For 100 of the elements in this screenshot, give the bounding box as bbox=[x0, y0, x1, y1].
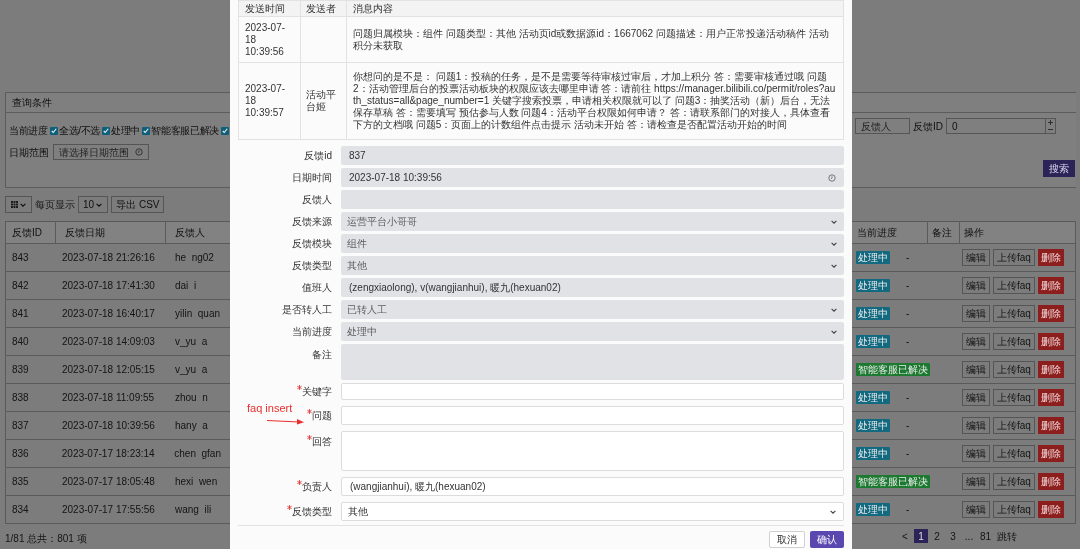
table-cell-text: 843 bbox=[11, 251, 30, 265]
input-field[interactable] bbox=[341, 406, 844, 425]
action-button[interactable]: 上传faq bbox=[993, 305, 1035, 322]
remark-cell-text: - bbox=[906, 251, 910, 265]
field-label: 当前进度 bbox=[292, 325, 332, 339]
table-cell-text: 2023-07-17 18:05:48 bbox=[61, 475, 156, 489]
page-button[interactable]: ... bbox=[962, 529, 976, 543]
action-button[interactable]: 上传faq bbox=[993, 417, 1035, 434]
table-cell-text: he ng02 bbox=[174, 251, 215, 265]
message-sender: 活动平台姬 bbox=[306, 89, 337, 113]
column-toggle-button[interactable] bbox=[5, 196, 32, 213]
action-button[interactable]: 上传faq bbox=[993, 277, 1035, 294]
table-cell-text: 842 bbox=[11, 279, 30, 293]
delete-button[interactable]: 删除 bbox=[1037, 501, 1064, 518]
table-cell-text: 2023-07-18 14:09:03 bbox=[61, 335, 156, 349]
checkbox-label[interactable]: 处理中 bbox=[111, 123, 141, 138]
action-button[interactable]: 上传faq bbox=[993, 333, 1035, 350]
required-asterisk-icon bbox=[297, 480, 302, 485]
confirm-button[interactable]: 确认 bbox=[810, 531, 844, 548]
search-button[interactable]: 搜索 bbox=[1043, 160, 1075, 177]
delete-button[interactable]: 删除 bbox=[1037, 277, 1064, 294]
field-label: 反馈类型 bbox=[292, 505, 332, 519]
checkbox[interactable] bbox=[221, 126, 230, 135]
page-button[interactable]: 2 bbox=[930, 529, 944, 543]
action-button[interactable]: 上传faq bbox=[993, 501, 1035, 518]
panel-title: 查询条件 bbox=[12, 96, 52, 110]
export-csv-button[interactable]: 导出 CSV bbox=[111, 196, 165, 213]
table-cell-text: v_yu a bbox=[174, 335, 209, 349]
checkbox[interactable] bbox=[102, 126, 111, 135]
input-field[interactable]: (wangjianhui), 暖九(hexuan02) bbox=[341, 477, 844, 496]
column-header: 发送者 bbox=[301, 1, 347, 16]
column-header: 反馈日期 bbox=[56, 222, 166, 243]
person-search-field[interactable]: 反馈人 bbox=[855, 118, 910, 134]
checkbox[interactable] bbox=[49, 126, 58, 135]
action-button[interactable]: 编辑 bbox=[962, 417, 990, 434]
checkbox-label[interactable]: 全选/不选 bbox=[58, 123, 101, 138]
action-button[interactable]: 编辑 bbox=[962, 473, 990, 490]
field-label: 反馈id bbox=[304, 149, 332, 163]
delete-button[interactable]: 删除 bbox=[1037, 417, 1064, 434]
delete-button[interactable]: 删除 bbox=[1037, 249, 1064, 266]
page-button[interactable]: 1 bbox=[914, 529, 928, 543]
delete-button[interactable]: 删除 bbox=[1037, 473, 1064, 490]
remark-cell-text: - bbox=[906, 503, 910, 517]
table-cell-text: 835 bbox=[11, 475, 30, 489]
delete-button[interactable]: 删除 bbox=[1037, 333, 1064, 350]
table-cell-text: 834 bbox=[11, 503, 30, 517]
action-button[interactable]: 上传faq bbox=[993, 361, 1035, 378]
field-label: 值班人 bbox=[302, 281, 332, 295]
action-button[interactable]: 上传faq bbox=[993, 389, 1035, 406]
delete-button[interactable]: 删除 bbox=[1037, 305, 1064, 322]
date-range-field[interactable]: 请选择日期范围 bbox=[53, 144, 149, 160]
delete-button[interactable]: 删除 bbox=[1037, 361, 1064, 378]
input-field[interactable] bbox=[341, 383, 844, 400]
action-button[interactable]: 上传faq bbox=[993, 445, 1035, 462]
delete-button[interactable]: 删除 bbox=[1037, 389, 1064, 406]
table-cell-text: hexi wen bbox=[174, 475, 219, 489]
grid-icon bbox=[10, 201, 18, 208]
textarea-field[interactable] bbox=[341, 431, 844, 471]
pagination-summary: 1/81 总共：801 项 bbox=[5, 533, 87, 544]
delete-button[interactable]: 删除 bbox=[1037, 445, 1064, 462]
action-button[interactable]: 编辑 bbox=[962, 361, 990, 378]
action-button[interactable]: 编辑 bbox=[962, 445, 990, 462]
table-cell-text: 2023-07-18 10:39:56 bbox=[61, 419, 156, 433]
page-size-select[interactable]: 10 bbox=[78, 196, 109, 213]
status-badge: 处理中 bbox=[856, 419, 890, 432]
action-button[interactable]: 编辑 bbox=[962, 389, 990, 406]
column-header: 消息内容 bbox=[352, 2, 394, 16]
page-button[interactable]: < bbox=[898, 529, 912, 543]
cancel-button[interactable]: 取消 bbox=[769, 531, 805, 548]
table-cell-text: dai i bbox=[174, 279, 198, 293]
action-button[interactable]: 编辑 bbox=[962, 305, 990, 322]
table-cell-text: 839 bbox=[11, 363, 30, 377]
field-label: 关键字 bbox=[302, 385, 332, 399]
action-button[interactable]: 编辑 bbox=[962, 277, 990, 294]
table-cell-text: v_yu a bbox=[174, 363, 209, 377]
field-label: 反馈来源 bbox=[292, 215, 332, 229]
table-cell-text: 840 bbox=[11, 335, 30, 349]
page-button[interactable]: 81 bbox=[978, 529, 994, 543]
field-label: 是否转人工 bbox=[282, 303, 332, 317]
field-label: 负责人 bbox=[302, 480, 332, 494]
action-button[interactable]: 上传faq bbox=[993, 473, 1035, 490]
number-spinner[interactable] bbox=[1045, 119, 1055, 133]
table-cell-text: hany a bbox=[174, 419, 209, 433]
field-label: 反馈模块 bbox=[292, 237, 332, 251]
select-field[interactable]: 其他 bbox=[341, 502, 844, 521]
action-button[interactable]: 上传faq bbox=[993, 249, 1035, 266]
checkbox-label[interactable]: 智能客服已解决 bbox=[151, 123, 220, 138]
action-button[interactable]: 编辑 bbox=[962, 333, 990, 350]
action-button[interactable]: 编辑 bbox=[962, 501, 990, 518]
id-number-field[interactable]: 0 bbox=[946, 118, 1056, 134]
filter-label: 日期范围 bbox=[9, 145, 49, 160]
action-button[interactable]: 编辑 bbox=[962, 249, 990, 266]
column-header: 反馈人 bbox=[174, 226, 206, 240]
checkbox[interactable] bbox=[142, 126, 151, 135]
field-label: 回答 bbox=[312, 435, 332, 449]
column-header: 当前进度 bbox=[852, 222, 928, 243]
status-badge: 处理中 bbox=[856, 251, 890, 264]
page-button[interactable]: 跳转 bbox=[995, 529, 1020, 543]
page-button[interactable]: 3 bbox=[946, 529, 960, 543]
required-asterisk-icon bbox=[287, 505, 292, 510]
